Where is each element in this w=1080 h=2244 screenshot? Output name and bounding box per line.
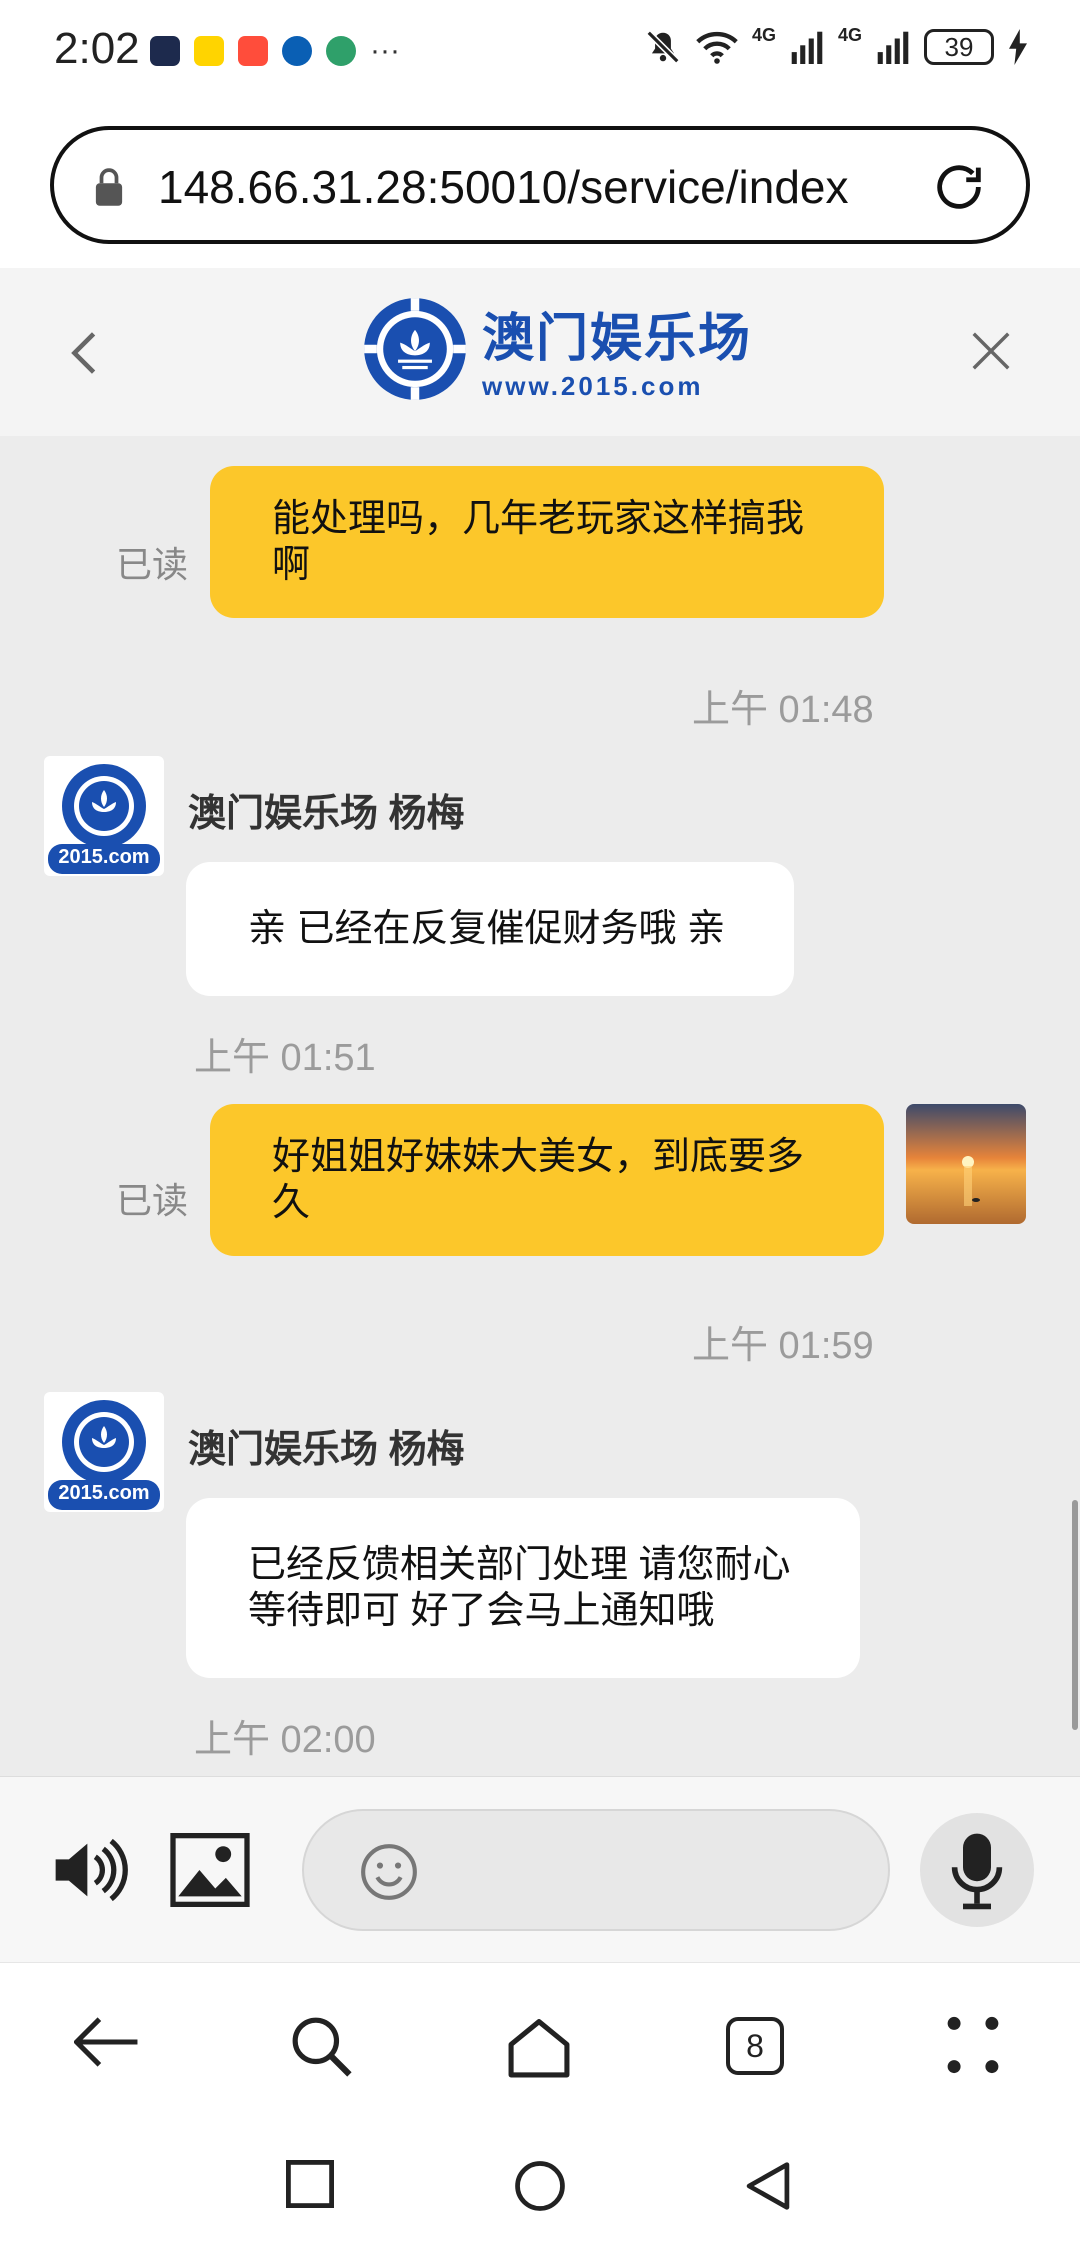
chat-messages: 已读 能处理吗，几年老玩家这样搞我啊 上午 01:48 2015.com 澳门娱… <box>0 436 1080 1776</box>
message-text: 亲 已经在反复催促财务哦 亲 <box>248 908 726 950</box>
app-notification-icon <box>326 36 356 66</box>
brand-url: www.2015.com <box>482 371 704 401</box>
read-status: 已读 <box>116 544 189 585</box>
address-bar[interactable]: 148.66.31.28:50010/service/index <box>50 126 1030 244</box>
charging-icon <box>1009 29 1027 65</box>
brand-name: 澳门娱乐场 <box>482 309 753 369</box>
message-time: 上午 01:48 <box>692 689 874 731</box>
app-notification-icon <box>194 36 224 66</box>
back-triangle-icon[interactable] <box>744 2160 792 2212</box>
message-time: 上午 01:51 <box>194 1037 376 1079</box>
sunset-avatar-icon <box>906 1104 1026 1224</box>
search-icon[interactable] <box>290 2015 352 2077</box>
image-upload-icon[interactable] <box>170 1833 250 1907</box>
microphone-icon <box>951 1833 1003 1910</box>
my-message-bubble[interactable]: 能处理吗，几年老玩家这样搞我啊 <box>210 466 884 618</box>
message-text: 已经反馈相关部门处理 请您耐心等待即可 好了会马上通知哦 <box>248 1544 791 1632</box>
message-input-bar <box>0 1776 1080 1962</box>
agent-avatar[interactable]: 2015.com <box>44 1392 164 1512</box>
message-time: 上午 01:59 <box>692 1325 874 1367</box>
sender-name: 澳门娱乐场 杨梅 <box>188 793 465 835</box>
close-icon[interactable] <box>968 328 1014 374</box>
scrollbar[interactable] <box>1072 1500 1078 1730</box>
status-time: 2:02 <box>54 24 140 73</box>
browser-toolbar: 8 <box>0 1962 1080 2122</box>
url-text[interactable]: 148.66.31.28:50010/service/index <box>158 160 898 214</box>
network-type: 4G <box>751 24 776 45</box>
message-text: 好姐姐好妹妹大美女，到底要多久 <box>272 1136 805 1224</box>
mute-bell-icon <box>646 30 680 64</box>
agent-message-bubble[interactable]: 已经反馈相关部门处理 请您耐心等待即可 好了会马上通知哦 <box>186 1498 860 1678</box>
my-message-bubble[interactable]: 好姐姐好妹妹大美女，到底要多久 <box>210 1104 884 1256</box>
tabs-button[interactable]: 8 <box>726 2017 784 2075</box>
signal-icon <box>791 31 823 64</box>
agent-message-bubble[interactable]: 亲 已经在反复催促财务哦 亲 <box>186 862 794 996</box>
read-status: 已读 <box>116 1180 189 1221</box>
reload-icon[interactable] <box>930 158 988 216</box>
signal-icon <box>877 31 909 64</box>
avatar-label: 2015.com <box>58 1482 150 1504</box>
message-input[interactable] <box>302 1809 890 1931</box>
user-avatar[interactable] <box>906 1104 1026 1224</box>
battery-indicator: 39 <box>924 29 994 65</box>
app-notification-icon <box>238 36 268 66</box>
lock-icon <box>95 168 123 206</box>
home-icon[interactable] <box>506 2015 572 2079</box>
back-arrow-icon[interactable] <box>74 2015 140 2069</box>
menu-dots-icon[interactable] <box>946 2015 1000 2075</box>
brand-logo: 澳门娱乐场 www.2015.com <box>362 296 752 402</box>
system-navigation <box>0 2122 1080 2244</box>
more-notifications-icon: ··· <box>370 34 400 67</box>
notification-icons: ··· <box>150 34 400 68</box>
status-bar: 2:02 ··· 4G 4G 39 <box>0 0 1080 100</box>
app-notification-icon <box>150 36 180 66</box>
chat-header: 澳门娱乐场 www.2015.com <box>0 268 1080 436</box>
voice-mode-icon[interactable] <box>50 1833 130 1907</box>
agent-avatar[interactable]: 2015.com <box>44 756 164 876</box>
back-icon[interactable] <box>70 330 98 376</box>
recents-square-icon[interactable] <box>286 2160 334 2208</box>
sender-name: 澳门娱乐场 杨梅 <box>188 1429 465 1471</box>
microphone-button[interactable] <box>920 1813 1034 1927</box>
emoji-icon[interactable] <box>358 1841 420 1903</box>
avatar-label: 2015.com <box>58 846 150 868</box>
network-type: 4G <box>837 24 862 45</box>
message-text: 能处理吗，几年老玩家这样搞我啊 <box>272 498 805 586</box>
home-circle-icon[interactable] <box>514 2160 566 2212</box>
wifi-icon <box>696 31 738 64</box>
casino-chip-logo-icon <box>364 298 466 400</box>
app-notification-icon <box>282 36 312 66</box>
message-time: 上午 02:00 <box>194 1719 376 1761</box>
